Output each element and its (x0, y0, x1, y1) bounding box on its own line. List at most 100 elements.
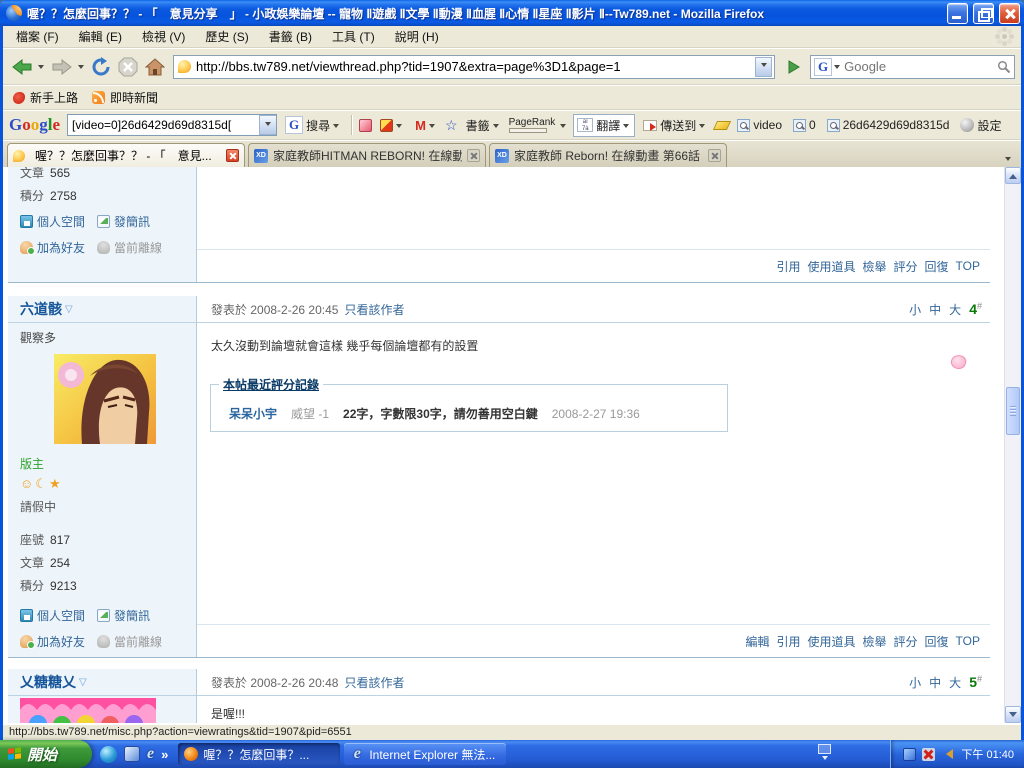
bookmark-getting-started[interactable]: 新手上路 (13, 89, 78, 106)
menu-bookmarks[interactable]: 書籤 (B) (260, 26, 321, 47)
font-large-link[interactable]: 大 (949, 301, 961, 318)
home-button[interactable] (143, 52, 167, 82)
floor-number[interactable]: 5# (969, 674, 982, 691)
bookmark-star-icon[interactable]: ☆ (445, 117, 458, 134)
highlight-term-2[interactable]: 0 (790, 116, 819, 134)
back-button[interactable] (9, 52, 35, 82)
use-item-link[interactable]: 使用道具 (807, 633, 855, 650)
tray-disabled-icon[interactable] (922, 748, 935, 761)
gmail-button[interactable]: M (412, 116, 440, 135)
forward-button[interactable] (49, 52, 75, 82)
browser-globe-icon[interactable] (100, 746, 117, 763)
bookmark-latest-news[interactable]: 即時新聞 (92, 89, 158, 106)
engine-dropdown-icon[interactable] (834, 65, 840, 72)
menu-history[interactable]: 歷史 (S) (196, 26, 257, 47)
menu-edit[interactable]: 編輯 (E) (70, 26, 131, 47)
search-icon[interactable] (997, 60, 1011, 74)
google-bookmarks-button[interactable]: 書籤 (463, 115, 504, 136)
restore-button[interactable] (973, 3, 994, 24)
report-link[interactable]: 檢舉 (863, 258, 887, 275)
scroll-down-button[interactable] (1005, 706, 1021, 723)
search-bar[interactable]: G (810, 55, 1015, 79)
vertical-scrollbar[interactable] (1004, 167, 1021, 723)
taskbar-deskband[interactable] (818, 744, 831, 763)
reply-link[interactable]: 回復 (925, 633, 949, 650)
tab-reborn-1[interactable]: XD 家庭教師HITMAN REBORN! 在線動... (248, 143, 486, 167)
tab-list-button[interactable] (1001, 149, 1017, 167)
rating-flower-icon[interactable] (949, 353, 968, 371)
google-search-button[interactable]: G 搜尋 (282, 114, 344, 136)
quick-launch-overflow-icon[interactable]: » (161, 747, 168, 762)
tray-volume-icon[interactable] (941, 749, 953, 759)
add-friend-link[interactable]: 加為好友 (37, 239, 85, 256)
task-firefox[interactable]: 喔？？怎麼回事？... (178, 743, 340, 765)
top-link[interactable]: TOP (956, 634, 980, 648)
forward-dropdown-icon[interactable] (78, 65, 84, 72)
reply-link[interactable]: 回復 (925, 258, 949, 275)
pagerank-widget[interactable]: PageRank (509, 118, 556, 133)
tab-close-icon[interactable] (708, 149, 721, 162)
address-bar[interactable] (173, 55, 775, 79)
filter-author-link[interactable]: 只看該作者 (344, 674, 404, 691)
user-menu-caret-icon[interactable]: ▽ (79, 677, 87, 688)
menu-tools[interactable]: 工具 (T) (323, 26, 384, 47)
tray-messenger-icon[interactable] (903, 748, 916, 761)
send-message-link[interactable]: 發簡訊 (114, 607, 150, 624)
menu-file[interactable]: 檔案 (F) (7, 26, 68, 47)
go-button[interactable] (781, 54, 807, 80)
translate-button[interactable]: aí7à 翻譯 (573, 114, 635, 137)
rate-link[interactable]: 評分 (894, 633, 918, 650)
rating-user-link[interactable]: 呆呆小宇 (229, 405, 277, 422)
scrollbar-thumb[interactable] (1006, 387, 1020, 435)
user-space-link[interactable]: 個人空間 (37, 213, 85, 230)
task-ie[interactable]: e Internet Explorer 無法... (344, 743, 506, 765)
back-dropdown-icon[interactable] (38, 65, 44, 72)
settings-button[interactable]: 設定 (957, 115, 1004, 136)
scrollbar-track[interactable] (1005, 184, 1021, 706)
google-engine-icon[interactable]: G (814, 58, 832, 76)
stop-button[interactable] (116, 52, 140, 82)
report-link[interactable]: 檢舉 (863, 633, 887, 650)
highlighter-icon[interactable] (713, 121, 731, 130)
menu-view[interactable]: 檢視 (V) (133, 26, 194, 47)
floor-number[interactable]: 4# (969, 301, 982, 318)
close-button[interactable] (999, 3, 1020, 24)
minimize-button[interactable] (947, 3, 968, 24)
start-button[interactable]: 開始 (0, 740, 92, 768)
tab-thread[interactable]: 喔？？怎麼回事？？ - 「 意見... (7, 143, 245, 167)
highlight-term-1[interactable]: video (734, 116, 785, 134)
quote-link[interactable]: 引用 (776, 258, 800, 275)
add-friend-link[interactable]: 加為好友 (37, 633, 85, 650)
send-message-link[interactable]: 發簡訊 (114, 213, 150, 230)
font-medium-link[interactable]: 中 (929, 301, 941, 318)
title-bar[interactable]: 喔？？怎麼回事？？ - 「 意見分享 」 - 小政娛樂論壇 -- 寵物 Ⅱ遊戲 … (0, 0, 1024, 26)
search-input[interactable] (844, 59, 995, 74)
font-small-link[interactable]: 小 (909, 301, 921, 318)
internet-explorer-icon[interactable]: e (147, 745, 154, 763)
top-link[interactable]: TOP (956, 259, 980, 273)
user-menu-caret-icon[interactable]: ▽ (65, 304, 73, 315)
tab-reborn-2[interactable]: XD 家庭教師 Reborn! 在線動畫 第66話 -... (489, 143, 727, 167)
sitesearch-button[interactable] (377, 117, 407, 134)
tab-close-icon[interactable] (467, 149, 480, 162)
avatar[interactable] (54, 354, 196, 447)
user-space-link[interactable]: 個人空間 (37, 607, 85, 624)
reload-button[interactable] (89, 52, 113, 82)
app-shortcut-icon[interactable] (124, 746, 140, 762)
use-item-link[interactable]: 使用道具 (807, 258, 855, 275)
url-dropdown-button[interactable] (755, 57, 772, 77)
filter-author-link[interactable]: 只看該作者 (344, 301, 404, 318)
quote-link[interactable]: 引用 (776, 633, 800, 650)
rate-link[interactable]: 評分 (894, 258, 918, 275)
highlight-term-3[interactable]: 26d6429d69d8315d (824, 116, 953, 134)
username-link[interactable]: 乂糖糖乂 (20, 672, 76, 692)
send-to-button[interactable]: 傳送到 (640, 115, 710, 136)
url-input[interactable] (196, 59, 755, 74)
username-link[interactable]: 六道骸 (20, 299, 62, 319)
photos-icon[interactable] (359, 119, 372, 132)
scroll-up-button[interactable] (1005, 167, 1021, 184)
menu-help[interactable]: 說明 (H) (386, 26, 448, 47)
google-search-combo[interactable] (67, 114, 277, 136)
google-query-input[interactable] (68, 118, 259, 132)
query-history-dropdown[interactable] (259, 115, 276, 135)
